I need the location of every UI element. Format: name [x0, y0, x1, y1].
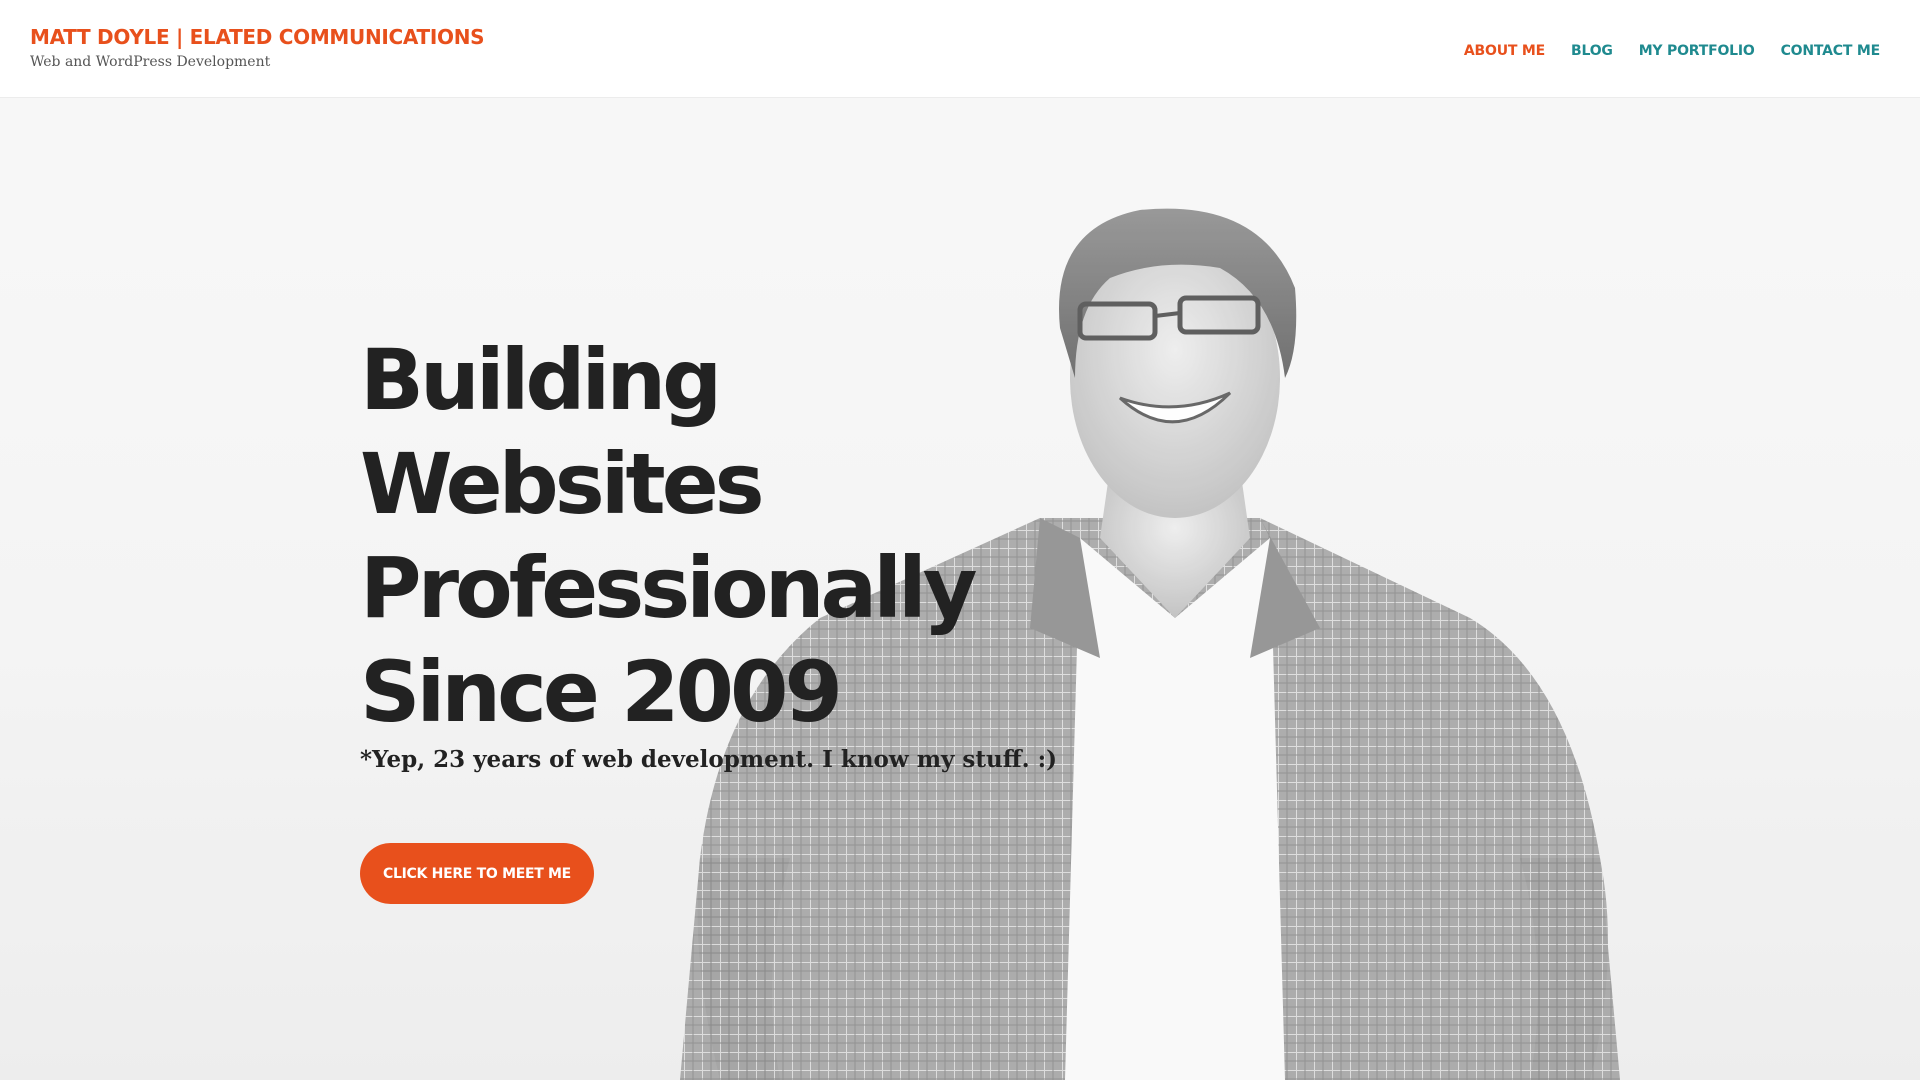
- headline-line-2: Websites: [360, 435, 765, 533]
- hero-section: Building Websites Professionally Since 2…: [0, 98, 1920, 1080]
- nav-item-contact-me[interactable]: CONTACT ME: [1781, 43, 1881, 59]
- site-title-link[interactable]: MATT DOYLE | ELATED COMMUNICATIONS: [30, 25, 485, 49]
- headline-line-4: Since 2009: [360, 643, 843, 741]
- nav-item-about-me[interactable]: ABOUT ME: [1464, 43, 1545, 59]
- site-header: MATT DOYLE | ELATED COMMUNICATIONS Web a…: [0, 0, 1920, 98]
- main-nav: ABOUT ME BLOG MY PORTFOLIO CONTACT ME: [1464, 43, 1880, 59]
- hero-subline: *Yep, 23 years of web development. I kno…: [360, 746, 1057, 773]
- headline-line-1: Building: [360, 331, 722, 429]
- site-tagline: Web and WordPress Development: [30, 54, 271, 70]
- nav-item-my-portfolio[interactable]: MY PORTFOLIO: [1639, 43, 1755, 59]
- meet-me-button[interactable]: CLICK HERE TO MEET ME: [360, 843, 594, 904]
- hero-headline: Building Websites Professionally Since 2…: [360, 328, 1080, 744]
- nav-item-blog[interactable]: BLOG: [1571, 43, 1613, 59]
- headline-line-3: Professionally: [360, 539, 978, 637]
